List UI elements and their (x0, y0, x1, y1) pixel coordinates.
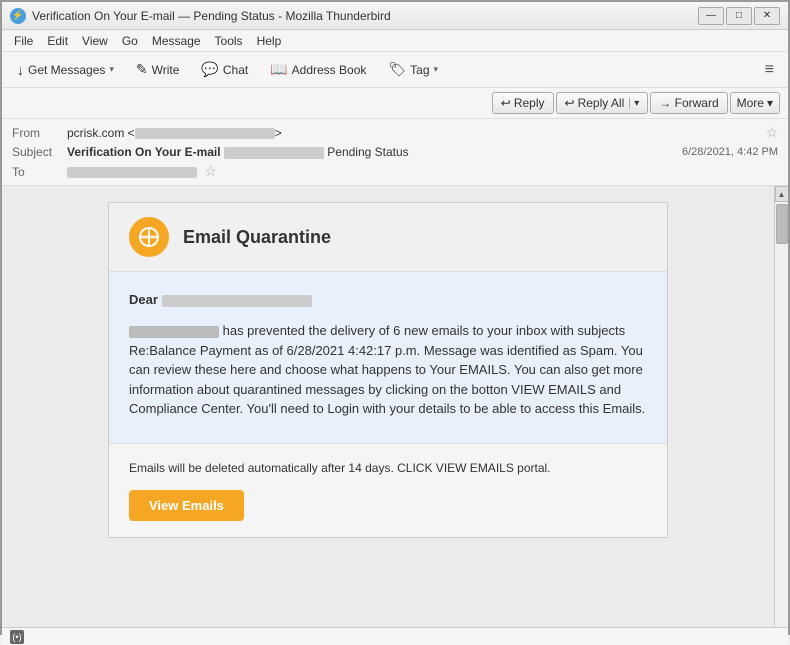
scroll-track: ▲ (774, 186, 788, 627)
menu-go[interactable]: Go (116, 32, 144, 50)
chat-button[interactable]: 💬 Chat (192, 56, 257, 83)
get-messages-arrow: ▾ (109, 64, 114, 75)
subject-value: Verification On Your E-mail Pending Stat… (67, 145, 682, 159)
menu-view[interactable]: View (76, 32, 114, 50)
email-card-title: Email Quarantine (183, 227, 331, 248)
menu-message[interactable]: Message (146, 32, 207, 50)
menu-bar: File Edit View Go Message Tools Help (2, 30, 788, 52)
email-header: ↩ Reply ↩ Reply All ▾ → Forward More ▾ F… (2, 88, 788, 186)
title-bar: ⚡ Verification On Your E-mail — Pending … (2, 2, 788, 30)
from-value: pcrisk.com <> (67, 126, 761, 140)
tag-button[interactable]: 🏷 Tag ▾ (379, 56, 447, 83)
from-star[interactable]: ☆ (765, 124, 778, 141)
menu-help[interactable]: Help (251, 32, 288, 50)
to-star[interactable]: ☆ (204, 163, 217, 179)
sender-redacted (129, 326, 219, 338)
email-card-body: Dear has prevented the delivery of 6 new… (109, 272, 667, 443)
menu-edit[interactable]: Edit (41, 32, 74, 50)
email-body-wrapper[interactable]: Email Quarantine Dear has prevented the … (2, 186, 774, 627)
to-label: To (12, 165, 67, 179)
reply-button[interactable]: ↩ Reply (492, 92, 554, 114)
to-value: ☆ (67, 163, 778, 180)
body-paragraph: has prevented the delivery of 6 new emai… (129, 321, 647, 419)
toolbar: ↓ Get Messages ▾ ✎ Write 💬 Chat 📖 Addres… (2, 52, 788, 88)
email-date: 6/28/2021, 4:42 PM (682, 146, 778, 158)
close-button[interactable]: ✕ (754, 7, 780, 25)
get-messages-icon: ↓ (17, 62, 24, 78)
reply-all-arrow[interactable]: ▾ (629, 98, 639, 109)
scroll-up-arrow[interactable]: ▲ (775, 186, 789, 202)
content-area: Email Quarantine Dear has prevented the … (2, 186, 788, 627)
email-card-header: Email Quarantine (109, 203, 667, 272)
address-book-icon: 📖 (270, 61, 287, 78)
from-row: From pcrisk.com <> ☆ (12, 122, 778, 143)
write-button[interactable]: ✎ Write (127, 56, 189, 83)
footer-text: Emails will be deleted automatically aft… (129, 460, 647, 477)
menu-tools[interactable]: Tools (209, 32, 249, 50)
menu-file[interactable]: File (8, 32, 39, 50)
view-emails-button[interactable]: View Emails (129, 490, 244, 521)
maximize-button[interactable]: □ (726, 7, 752, 25)
status-bar: (•) (2, 627, 788, 645)
quarantine-icon (129, 217, 169, 257)
status-icon: (•) (10, 630, 24, 644)
subject-label: Subject (12, 145, 67, 159)
from-label: From (12, 126, 67, 140)
reply-all-button[interactable]: ↩ Reply All ▾ (556, 92, 649, 114)
write-icon: ✎ (136, 61, 148, 78)
reply-all-icon: ↩ (565, 96, 575, 110)
email-actions: ↩ Reply ↩ Reply All ▾ → Forward More ▾ (2, 88, 788, 119)
subject-row: Subject Verification On Your E-mail Pend… (12, 143, 778, 161)
email-meta: From pcrisk.com <> ☆ Subject Verificatio… (2, 119, 788, 185)
dear-line: Dear (129, 292, 647, 307)
tag-arrow: ▾ (434, 64, 439, 75)
more-arrow: ▾ (767, 96, 773, 110)
hamburger-menu[interactable]: ≡ (757, 57, 782, 83)
app-icon: ⚡ (10, 8, 26, 24)
title-bar-text: Verification On Your E-mail — Pending St… (32, 9, 698, 23)
more-button[interactable]: More ▾ (730, 92, 780, 114)
dear-redacted (162, 295, 312, 307)
email-card-footer: Emails will be deleted automatically aft… (109, 443, 667, 538)
quarantine-svg (137, 225, 161, 249)
chat-icon: 💬 (201, 61, 218, 78)
email-card: Email Quarantine Dear has prevented the … (108, 202, 668, 538)
title-bar-controls: — □ ✕ (698, 7, 780, 25)
reply-icon: ↩ (501, 96, 511, 110)
forward-button[interactable]: → Forward (650, 92, 727, 114)
to-row: To ☆ (12, 161, 778, 182)
scroll-thumb[interactable] (776, 204, 788, 244)
tag-icon: 🏷 (388, 61, 406, 78)
minimize-button[interactable]: — (698, 7, 724, 25)
address-book-button[interactable]: 📖 Address Book (261, 56, 375, 83)
get-messages-button[interactable]: ↓ Get Messages ▾ (8, 57, 123, 83)
